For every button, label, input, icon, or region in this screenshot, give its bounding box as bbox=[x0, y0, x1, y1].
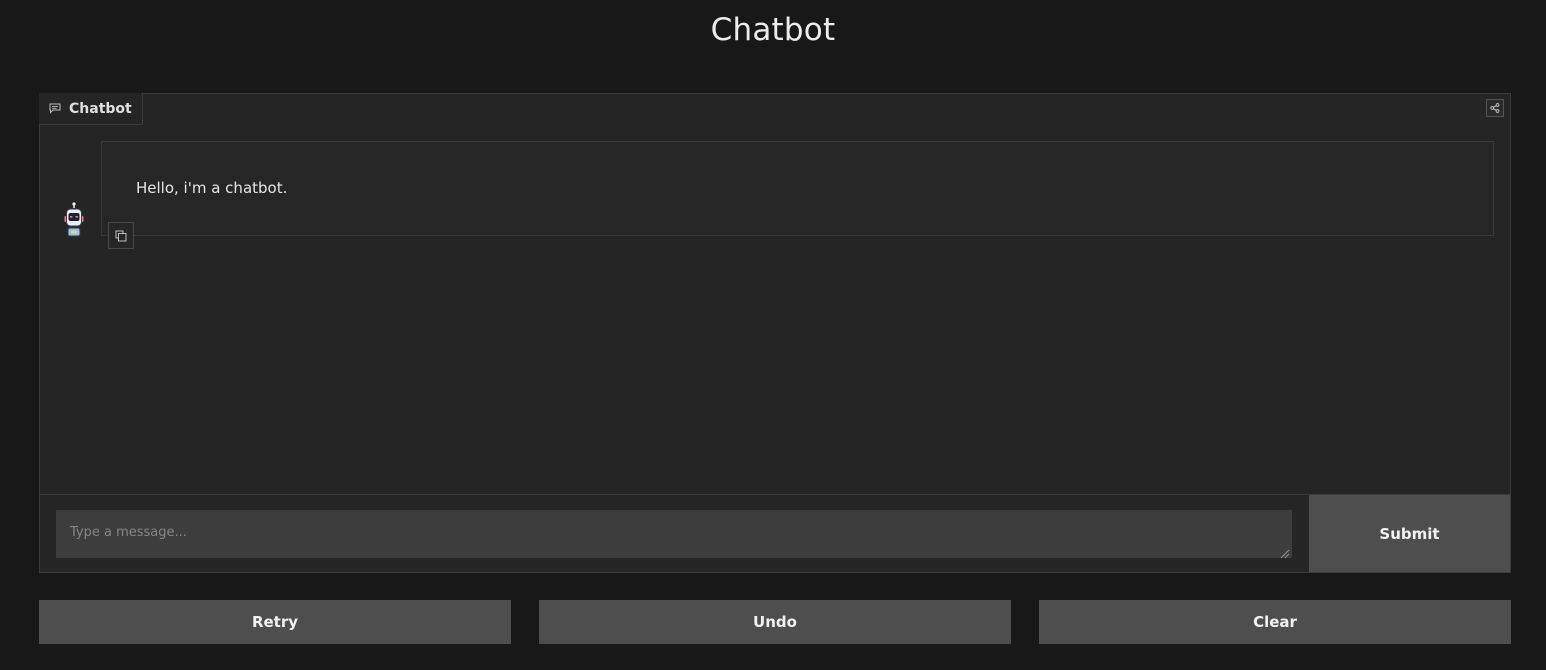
retry-button[interactable]: Retry bbox=[39, 600, 511, 644]
clear-button[interactable]: Clear bbox=[1039, 600, 1511, 644]
share-icon bbox=[1490, 103, 1500, 113]
robot-icon bbox=[57, 202, 91, 244]
chatbot-label: Chatbot bbox=[39, 93, 143, 125]
resize-grip-icon[interactable] bbox=[1278, 544, 1290, 559]
copy-icon bbox=[115, 230, 127, 242]
bot-avatar bbox=[57, 202, 91, 240]
chat-bubble-icon bbox=[49, 103, 61, 115]
page-title: Chatbot bbox=[710, 12, 836, 48]
undo-button[interactable]: Undo bbox=[539, 600, 1011, 644]
share-button[interactable] bbox=[1486, 99, 1504, 117]
bot-message-text: Hello, i'm a chatbot. bbox=[136, 179, 288, 197]
message-input-row: Submit bbox=[40, 494, 1510, 572]
chatbot-label-text: Chatbot bbox=[69, 100, 132, 117]
bot-message: Hello, i'm a chatbot. bbox=[101, 141, 1494, 236]
message-input[interactable] bbox=[56, 510, 1292, 558]
copy-button[interactable] bbox=[108, 222, 134, 249]
submit-button[interactable]: Submit bbox=[1309, 495, 1510, 572]
chatbot-panel: Chatbot Hello, i'm a chatbot. Type a mes… bbox=[39, 93, 1511, 573]
